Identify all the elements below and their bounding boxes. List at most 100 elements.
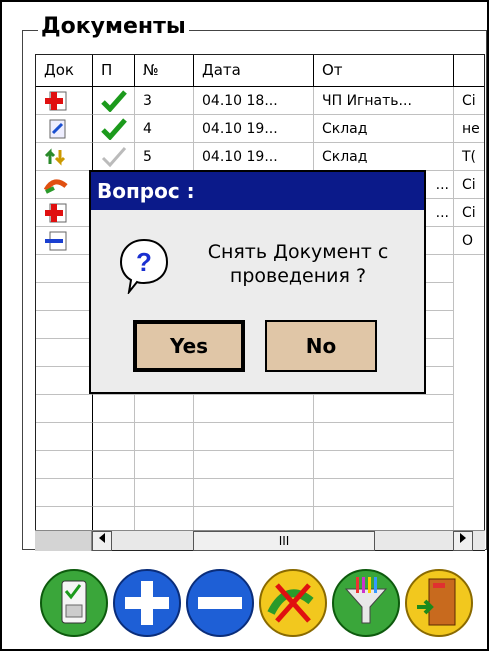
table-row[interactable]: 3 04.10 18... ЧП Игнать... Ci bbox=[36, 87, 484, 115]
empty-cell bbox=[36, 479, 93, 507]
confirm-dialog: Вопрос : ? Снять Документ с проведения ?… bbox=[89, 170, 426, 394]
column-header-doc[interactable]: Док bbox=[36, 55, 93, 87]
doc-minus-icon bbox=[45, 231, 67, 251]
empty-cell bbox=[135, 423, 194, 451]
table-row[interactable]: 5 04.10 19... Склад Т( bbox=[36, 143, 484, 171]
empty-cell bbox=[135, 451, 194, 479]
dialog-body: ? Снять Документ с проведения ? Yes No bbox=[91, 210, 424, 392]
doc-red-plus-icon bbox=[45, 203, 67, 223]
arrow-right-icon bbox=[460, 533, 466, 543]
table-row[interactable]: 4 04.10 19... Склад не bbox=[36, 115, 484, 143]
extra-cell: Ci bbox=[454, 199, 484, 227]
dialog-message: Снять Документ с проведения ? bbox=[193, 240, 403, 288]
column-header-from[interactable]: От bbox=[314, 55, 454, 87]
from-cell: Склад bbox=[314, 115, 454, 143]
empty-cell bbox=[36, 423, 93, 451]
column-header-number[interactable]: № bbox=[135, 55, 194, 87]
doc-return-icon bbox=[44, 179, 68, 194]
number-cell: 4 bbox=[135, 115, 194, 143]
empty-cell bbox=[194, 451, 314, 479]
empty-cell bbox=[314, 395, 454, 423]
add-icon bbox=[113, 569, 181, 637]
extra-cell: Ci bbox=[454, 171, 484, 199]
column-header-posted[interactable]: П bbox=[93, 55, 135, 87]
empty-cell bbox=[93, 451, 135, 479]
column-header-extra[interactable] bbox=[454, 55, 484, 87]
empty-cell bbox=[314, 423, 454, 451]
date-cell: 04.10 18... bbox=[194, 87, 314, 115]
horizontal-scrollbar[interactable]: III bbox=[35, 530, 485, 551]
add-button[interactable] bbox=[111, 567, 183, 639]
scrollbar-corner bbox=[35, 531, 92, 551]
svg-text:?: ? bbox=[136, 247, 152, 277]
empty-cell bbox=[194, 479, 314, 507]
doc-type-cell bbox=[36, 171, 93, 199]
check-gray-icon bbox=[101, 147, 127, 168]
doc-edit-icon bbox=[49, 119, 66, 139]
scroll-right-button[interactable] bbox=[453, 531, 473, 551]
empty-cell bbox=[93, 479, 135, 507]
window-frame: Документы Док П № Дата От 3 04.10 18... … bbox=[0, 0, 489, 651]
empty-cell bbox=[194, 423, 314, 451]
empty-row bbox=[36, 479, 484, 507]
posted-cell bbox=[93, 143, 135, 171]
question-icon: ? bbox=[119, 238, 169, 298]
doc-transfer-icon bbox=[44, 148, 66, 166]
post-document-icon bbox=[40, 569, 108, 637]
dialog-title: Вопрос : bbox=[91, 172, 424, 210]
empty-row bbox=[36, 423, 484, 451]
empty-cell bbox=[314, 479, 454, 507]
number-cell: 3 bbox=[135, 87, 194, 115]
remove-button[interactable] bbox=[184, 567, 256, 639]
exit-button[interactable] bbox=[403, 567, 475, 639]
doc-type-cell bbox=[36, 87, 93, 115]
empty-cell bbox=[36, 255, 93, 283]
yes-button[interactable]: Yes bbox=[133, 320, 245, 372]
number-cell: 5 bbox=[135, 143, 194, 171]
extra-cell: Т( bbox=[454, 143, 484, 171]
doc-type-cell bbox=[36, 115, 93, 143]
remove-icon bbox=[186, 569, 254, 637]
post-document-button[interactable] bbox=[38, 567, 110, 639]
from-cell: Склад bbox=[314, 143, 454, 171]
exit-icon bbox=[405, 569, 473, 637]
empty-cell bbox=[36, 451, 93, 479]
doc-red-plus-icon bbox=[45, 91, 67, 111]
empty-cell bbox=[135, 395, 194, 423]
empty-cell bbox=[314, 451, 454, 479]
cancel-return-button[interactable] bbox=[257, 567, 329, 639]
empty-cell bbox=[36, 367, 93, 395]
extra-cell: Ci bbox=[454, 87, 484, 115]
question-bubble-icon: ? bbox=[119, 238, 169, 296]
empty-cell bbox=[36, 395, 93, 423]
empty-cell bbox=[36, 311, 93, 339]
check-icon bbox=[101, 90, 127, 112]
column-header-date[interactable]: Дата bbox=[194, 55, 314, 87]
arrow-left-icon bbox=[99, 533, 105, 543]
group-title: Документы bbox=[38, 14, 189, 40]
scroll-thumb[interactable]: III bbox=[193, 531, 375, 551]
doc-type-cell bbox=[36, 227, 93, 255]
scroll-left-button[interactable] bbox=[92, 531, 112, 551]
from-cell: ЧП Игнать... bbox=[314, 87, 454, 115]
filter-button[interactable] bbox=[330, 567, 402, 639]
doc-type-cell bbox=[36, 143, 93, 171]
date-cell: 04.10 19... bbox=[194, 143, 314, 171]
empty-cell bbox=[93, 395, 135, 423]
dialog-message-line2: проведения ? bbox=[229, 265, 367, 287]
empty-cell bbox=[36, 339, 93, 367]
empty-row bbox=[36, 451, 484, 479]
extra-cell: O bbox=[454, 227, 484, 255]
check-icon bbox=[101, 118, 127, 140]
empty-cell bbox=[93, 423, 135, 451]
no-button[interactable]: No bbox=[265, 320, 377, 372]
posted-cell bbox=[93, 115, 135, 143]
empty-cell bbox=[36, 283, 93, 311]
dialog-message-line1: Снять Документ с bbox=[207, 241, 389, 263]
extra-cell: не bbox=[454, 115, 484, 143]
date-cell: 04.10 19... bbox=[194, 115, 314, 143]
filter-icon bbox=[332, 569, 400, 637]
empty-row bbox=[36, 395, 484, 423]
posted-cell bbox=[93, 87, 135, 115]
doc-type-cell bbox=[36, 199, 93, 227]
